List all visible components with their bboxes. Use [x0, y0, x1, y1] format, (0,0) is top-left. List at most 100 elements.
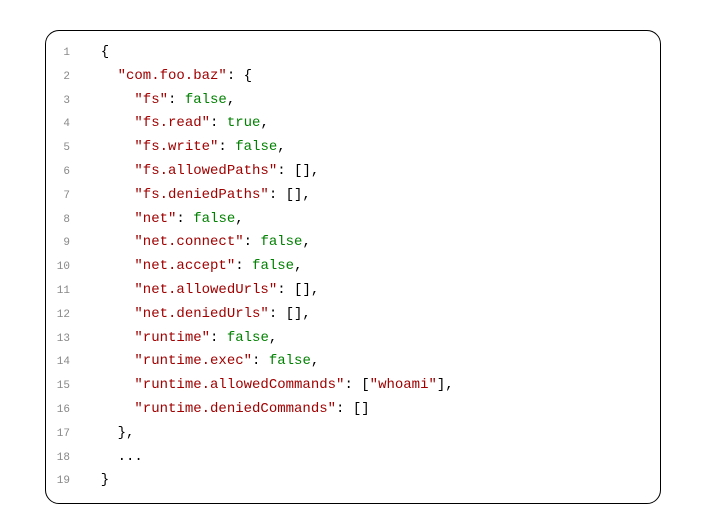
code-line: 9"net.connect": false,: [56, 231, 642, 255]
code-line: 18...: [56, 446, 642, 470]
token-punc: :: [176, 211, 193, 227]
token-punc: {: [101, 44, 109, 60]
token-key: "runtime.allowedCommands": [134, 377, 344, 393]
code-content: },: [84, 422, 642, 446]
token-key: "fs.allowedPaths": [134, 163, 277, 179]
token-punc: : [],: [269, 306, 311, 322]
code-content: "runtime.deniedCommands": []: [84, 398, 642, 422]
line-number: 1: [56, 44, 84, 63]
token-punc: :: [218, 139, 235, 155]
token-punc: ,: [302, 234, 310, 250]
code-line: 1{: [56, 41, 642, 65]
token-punc: : {: [227, 68, 252, 84]
token-punc: ,: [260, 115, 268, 131]
token-punc: ],: [437, 377, 454, 393]
token-bool: false: [260, 234, 302, 250]
token-punc: :: [210, 330, 227, 346]
code-content: "fs.write": false,: [84, 136, 642, 160]
token-key: "runtime.deniedCommands": [134, 401, 336, 417]
token-punc: :: [168, 92, 185, 108]
line-number: 10: [56, 258, 84, 277]
token-punc: ,: [294, 258, 302, 274]
token-punc: :: [235, 258, 252, 274]
line-number: 4: [56, 115, 84, 134]
token-key: "fs.deniedPaths": [134, 187, 268, 203]
line-number: 11: [56, 282, 84, 301]
line-number: 2: [56, 68, 84, 87]
token-punc: ,: [227, 92, 235, 108]
token-punc: : [],: [277, 163, 319, 179]
code-content: "fs": false,: [84, 89, 642, 113]
token-punc: : [],: [269, 187, 311, 203]
code-content: {: [84, 41, 642, 65]
token-key: "fs": [134, 92, 168, 108]
token-key: "runtime.exec": [134, 353, 252, 369]
token-key: "net": [134, 211, 176, 227]
line-number: 6: [56, 163, 84, 182]
token-key: "net.deniedUrls": [134, 306, 268, 322]
line-number: 7: [56, 187, 84, 206]
token-key: "fs.read": [134, 115, 210, 131]
code-line: 10"net.accept": false,: [56, 255, 642, 279]
code-listing: 1{2"com.foo.baz": {3"fs": false,4"fs.rea…: [45, 30, 661, 504]
line-number: 5: [56, 139, 84, 158]
code-content: }: [84, 469, 642, 493]
code-line: 16"runtime.deniedCommands": []: [56, 398, 642, 422]
code-line: 3"fs": false,: [56, 89, 642, 113]
code-line: 13"runtime": false,: [56, 327, 642, 351]
code-content: "net.allowedUrls": [],: [84, 279, 642, 303]
token-punc: :: [252, 353, 269, 369]
token-str: "whoami": [370, 377, 437, 393]
token-punc: ,: [269, 330, 277, 346]
token-bool: false: [269, 353, 311, 369]
code-content: "net": false,: [84, 208, 642, 232]
token-punc: : []: [336, 401, 370, 417]
code-line: 4"fs.read": true,: [56, 112, 642, 136]
line-number: 13: [56, 330, 84, 349]
code-content: "fs.read": true,: [84, 112, 642, 136]
line-number: 3: [56, 92, 84, 111]
code-line: 11"net.allowedUrls": [],: [56, 279, 642, 303]
token-key: "com.foo.baz": [118, 68, 227, 84]
token-bool: true: [227, 115, 261, 131]
token-punc: :: [210, 115, 227, 131]
line-number: 18: [56, 449, 84, 468]
line-number: 17: [56, 425, 84, 444]
line-number: 8: [56, 211, 84, 230]
token-punc: ,: [311, 353, 319, 369]
code-line: 12"net.deniedUrls": [],: [56, 303, 642, 327]
line-number: 15: [56, 377, 84, 396]
line-number: 9: [56, 234, 84, 253]
code-content: ...: [84, 446, 642, 470]
line-number: 14: [56, 353, 84, 372]
code-line: 5"fs.write": false,: [56, 136, 642, 160]
code-line: 2 "com.foo.baz": {: [56, 65, 642, 89]
code-content: "net.connect": false,: [84, 231, 642, 255]
token-punc: },: [118, 425, 135, 441]
code-line: 14"runtime.exec": false,: [56, 350, 642, 374]
token-bool: false: [185, 92, 227, 108]
code-content: "runtime.exec": false,: [84, 350, 642, 374]
line-number: 19: [56, 472, 84, 491]
code-content: "runtime.allowedCommands": ["whoami"],: [84, 374, 642, 398]
line-number: 16: [56, 401, 84, 420]
token-bool: false: [235, 139, 277, 155]
code-content: "net.accept": false,: [84, 255, 642, 279]
token-key: "net.accept": [134, 258, 235, 274]
line-number: 12: [56, 306, 84, 325]
token-key: "net.allowedUrls": [134, 282, 277, 298]
token-key: "runtime": [134, 330, 210, 346]
code-line: 8"net": false,: [56, 208, 642, 232]
token-punc: : [],: [277, 282, 319, 298]
token-ellipsis: ...: [118, 449, 143, 465]
token-punc: ,: [235, 211, 243, 227]
code-line: 7 "fs.deniedPaths": [],: [56, 184, 642, 208]
token-bool: false: [193, 211, 235, 227]
code-line: 6 "fs.allowedPaths": [],: [56, 160, 642, 184]
code-content: "runtime": false,: [84, 327, 642, 351]
code-content: "net.deniedUrls": [],: [84, 303, 642, 327]
token-punc: :: [244, 234, 261, 250]
token-bool: false: [227, 330, 269, 346]
token-punc: ,: [277, 139, 285, 155]
token-bool: false: [252, 258, 294, 274]
